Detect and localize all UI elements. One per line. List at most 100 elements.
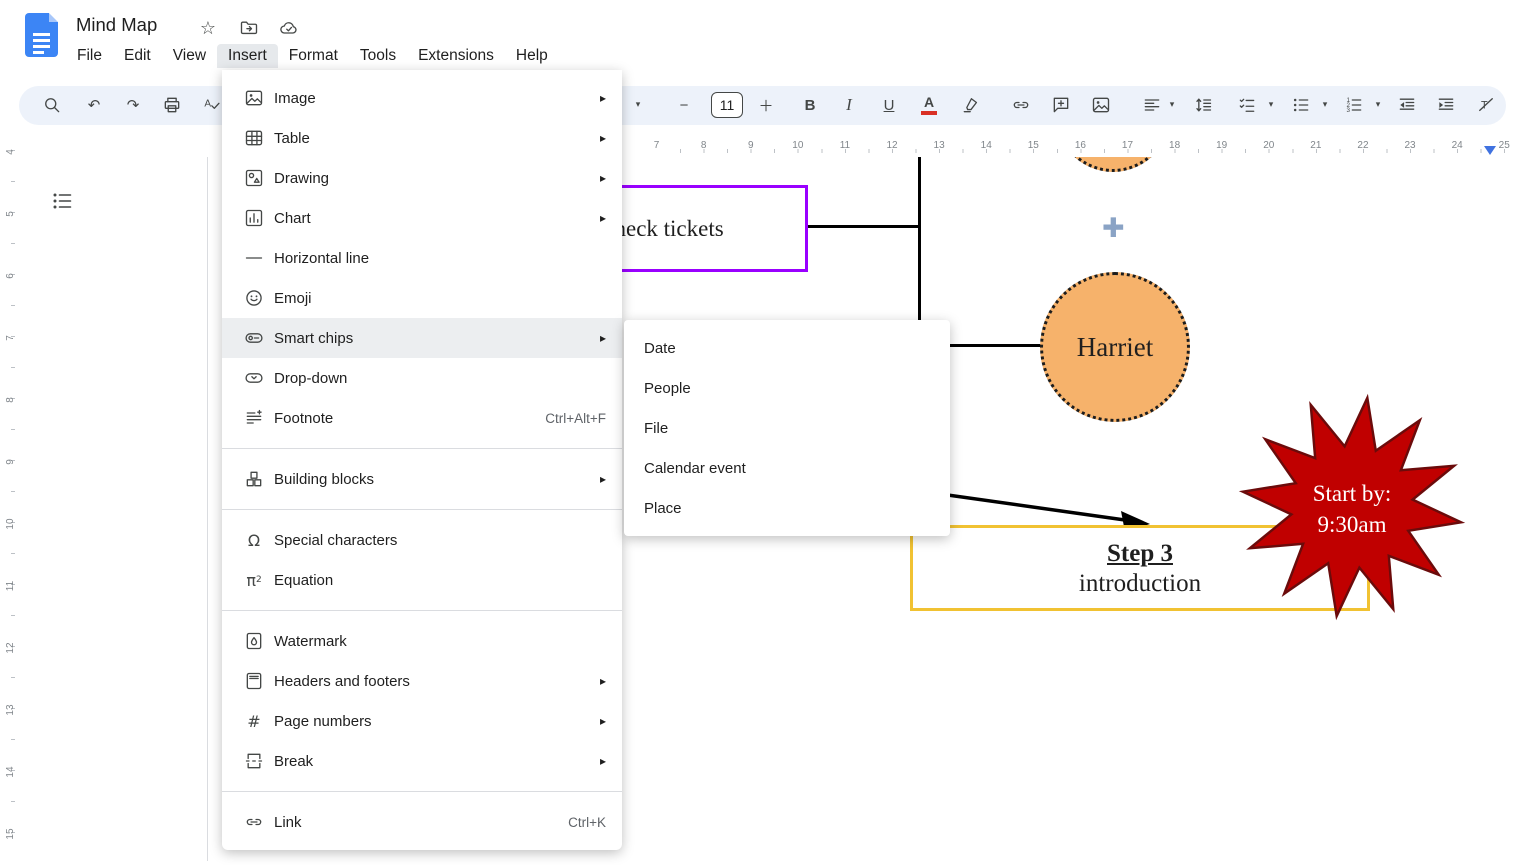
connector-line-check-tickets[interactable]: [805, 225, 921, 228]
document-outline-icon[interactable]: [48, 187, 76, 215]
decrease-indent-icon[interactable]: [1393, 91, 1421, 119]
ruler-number: 8: [0, 390, 41, 410]
horizontal-ruler-ticks: [680, 149, 1508, 153]
insert-image-icon[interactable]: [1087, 91, 1115, 119]
clear-formatting-icon[interactable]: T: [1472, 91, 1500, 119]
cloud-saved-icon[interactable]: [277, 16, 301, 40]
ruler-number: 22: [1339, 136, 1386, 156]
star-icon[interactable]: ☆: [196, 16, 220, 40]
ruler-number: 20: [1245, 136, 1292, 156]
menu-divider: [222, 448, 622, 449]
increase-indent-icon[interactable]: [1432, 91, 1460, 119]
svg-text:A: A: [204, 98, 211, 109]
shortcut-label: Ctrl+Alt+F: [545, 411, 606, 426]
ruler-number: 6: [0, 266, 41, 286]
menubar-item[interactable]: Edit: [113, 44, 162, 68]
ruler-number: 10: [774, 136, 821, 156]
insert-menu-item-horizontal-line[interactable]: Horizontal line: [222, 238, 622, 278]
undo-icon[interactable]: ↶: [80, 91, 108, 119]
insert-menu-item-smart-chips[interactable]: Smart chips ▸: [222, 318, 622, 358]
insert-menu-item-image[interactable]: Image ▸: [222, 78, 622, 118]
menubar-item[interactable]: Tools: [349, 44, 407, 68]
insert-link-icon[interactable]: [1007, 91, 1035, 119]
numbered-list-chevron-icon[interactable]: ▾: [1372, 91, 1384, 119]
submenu-item[interactable]: Date: [624, 328, 950, 368]
harriet-label: Harriet: [1077, 332, 1153, 363]
ruler-number: 9: [727, 136, 774, 156]
equation-icon: π2: [242, 571, 266, 590]
insert-menu-item-building-blocks[interactable]: Building blocks ▸: [222, 459, 622, 499]
submenu-arrow-icon: ▸: [600, 91, 606, 105]
ruler-number: 23: [1387, 136, 1434, 156]
print-icon[interactable]: [158, 91, 186, 119]
insert-menu-item-link[interactable]: Link Ctrl+K: [222, 802, 622, 842]
starburst-text: Start by: 9:30am: [1262, 478, 1442, 540]
shortcut-label: Ctrl+K: [568, 815, 606, 830]
bold-button[interactable]: B: [796, 91, 824, 119]
submenu-item[interactable]: People: [624, 368, 950, 408]
building-blocks-icon: [242, 469, 266, 489]
top-node-circle[interactable]: [1056, 157, 1170, 172]
bulleted-list-chevron-icon[interactable]: ▾: [1319, 91, 1331, 119]
insert-menu-item-headers-and-footers[interactable]: Headers and footers ▸: [222, 661, 622, 701]
drawing-icon: [242, 168, 266, 188]
align-chevron-icon[interactable]: ▾: [1166, 91, 1178, 119]
submenu-item[interactable]: File: [624, 408, 950, 448]
spellcheck-icon[interactable]: A: [197, 91, 225, 119]
insert-menu-item-drop-down[interactable]: Drop-down: [222, 358, 622, 398]
insert-menu-item-equation[interactable]: π2 Equation: [222, 560, 622, 600]
font-size-input[interactable]: 11: [711, 92, 743, 118]
menubar-item[interactable]: Extensions: [407, 44, 505, 68]
insert-menu-item-footnote[interactable]: Footnote Ctrl+Alt+F: [222, 398, 622, 438]
insert-menu-item-break[interactable]: Break ▸: [222, 741, 622, 781]
horizontal-line-icon: [242, 248, 266, 268]
menubar-item[interactable]: View: [162, 44, 217, 68]
insert-menu-item-special-characters[interactable]: Ω Special characters: [222, 520, 622, 560]
submenu-arrow-icon: ▸: [600, 674, 606, 688]
checklist-icon[interactable]: [1233, 91, 1261, 119]
move-folder-icon[interactable]: [237, 16, 261, 40]
ruler-number: 13: [0, 700, 41, 720]
docs-logo[interactable]: [25, 13, 58, 57]
text-color-button[interactable]: A: [915, 91, 943, 119]
italic-button[interactable]: I: [835, 91, 863, 119]
align-left-icon[interactable]: [1138, 91, 1166, 119]
ruler-number: 12: [868, 136, 915, 156]
bulleted-list-icon[interactable]: [1287, 91, 1315, 119]
menubar-item[interactable]: Help: [505, 44, 559, 68]
insert-menu-item-drawing[interactable]: Drawing ▸: [222, 158, 622, 198]
insert-menu-item-page-numbers[interactable]: # Page numbers ▸: [222, 701, 622, 741]
redo-icon[interactable]: ↷: [119, 91, 147, 119]
step3-title: Step 3: [1107, 539, 1173, 569]
ruler-number: 8: [680, 136, 727, 156]
submenu-item[interactable]: Place: [624, 488, 950, 528]
harriet-circle[interactable]: Harriet: [1040, 272, 1190, 422]
search-menus-icon[interactable]: [38, 91, 66, 119]
submenu-arrow-icon: ▸: [600, 131, 606, 145]
insert-menu-item-table[interactable]: Table ▸: [222, 118, 622, 158]
ruler-number: 4: [0, 142, 41, 162]
add-comment-icon[interactable]: [1047, 91, 1075, 119]
highlight-color-icon[interactable]: [957, 91, 985, 119]
smart-chips-submenu: DatePeopleFileCalendar eventPlace: [624, 320, 950, 536]
font-dropdown-chevron-icon[interactable]: ▾: [632, 91, 644, 119]
decrease-font-size-button[interactable]: −: [670, 91, 698, 119]
document-title[interactable]: Mind Map: [76, 14, 157, 36]
checklist-chevron-icon[interactable]: ▾: [1265, 91, 1277, 119]
numbered-list-icon[interactable]: 123: [1340, 91, 1368, 119]
line-spacing-icon[interactable]: [1189, 91, 1217, 119]
insert-menu-item-emoji[interactable]: Emoji: [222, 278, 622, 318]
menubar-item[interactable]: File: [66, 44, 113, 68]
underline-button[interactable]: U: [875, 91, 903, 119]
menubar-item[interactable]: Insert: [217, 44, 278, 68]
increase-font-size-button[interactable]: ＋: [752, 91, 780, 119]
insert-menu-item-chart[interactable]: Chart ▸: [222, 198, 622, 238]
menubar-item[interactable]: Format: [278, 44, 349, 68]
submenu-arrow-icon: ▸: [600, 171, 606, 185]
right-indent-marker[interactable]: [1484, 146, 1496, 155]
ruler-number: 14: [0, 762, 41, 782]
insert-menu-item-watermark[interactable]: Watermark: [222, 621, 622, 661]
insert-menu: Image ▸ Table ▸ Drawing ▸ Chart ▸ Horizo…: [222, 70, 622, 850]
dropdown-icon: [242, 368, 266, 388]
submenu-item[interactable]: Calendar event: [624, 448, 950, 488]
